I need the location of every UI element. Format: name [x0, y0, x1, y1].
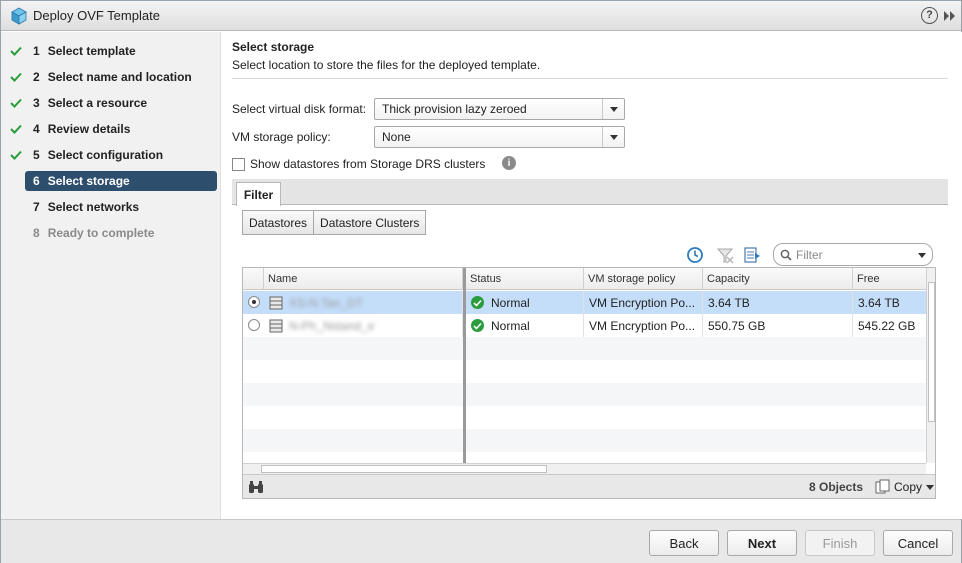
step-review-details[interactable]: 4 Review details [25, 119, 217, 139]
datastore-name: XS-N.Tan_DT [289, 295, 364, 310]
chevron-down-icon[interactable] [602, 127, 624, 147]
clear-filter-icon[interactable] [716, 246, 734, 264]
row-name-cell: N-Ph_Nstand_e [264, 314, 463, 337]
col-storage-policy[interactable]: VM storage policy [584, 268, 703, 290]
copy-icon [875, 479, 890, 494]
status-text: Normal [491, 318, 530, 333]
check-circle-icon [471, 296, 484, 309]
filter-placeholder: Filter [796, 248, 823, 262]
step-select-configuration[interactable]: 5 Select configuration [25, 145, 217, 165]
datastore-icon [269, 296, 283, 309]
binoculars-icon[interactable] [248, 480, 264, 494]
step-select-resource[interactable]: 3 Select a resource [25, 93, 217, 113]
show-drs-label[interactable]: Show datastores from Storage DRS cluster… [250, 157, 485, 171]
copy-label: Copy [894, 480, 923, 494]
scroll-thumb[interactable] [261, 465, 547, 473]
vertical-scrollbar[interactable] [926, 268, 935, 463]
finish-button: Finish [805, 530, 875, 556]
select-storage-panel: Select storage Select location to store … [222, 32, 962, 519]
col-name[interactable]: Name [264, 268, 463, 290]
disk-format-value: Thick provision lazy zeroed [382, 102, 527, 116]
ovf-template-icon [11, 7, 27, 25]
chevron-down-icon[interactable] [926, 484, 935, 490]
deploy-ovf-dialog: Deploy OVF Template ? 1 Select template 2… [0, 0, 962, 563]
disk-format-select[interactable]: Thick provision lazy zeroed [374, 98, 625, 120]
row-policy-cell: VM Encryption Po... [584, 291, 703, 314]
frozen-column-divider[interactable] [463, 268, 466, 463]
empty-row [243, 383, 926, 406]
col-select [243, 268, 264, 290]
datastore-name: N-Ph_Nstand_e [289, 318, 375, 333]
step-select-storage[interactable]: 6 Select storage [25, 171, 217, 191]
datastore-icon [269, 319, 283, 332]
disk-format-label: Select virtual disk format: [232, 102, 367, 116]
storage-policy-label: VM storage policy: [232, 130, 331, 144]
show-drs-checkbox[interactable] [232, 158, 245, 171]
step-select-networks[interactable]: 7 Select networks [25, 197, 217, 217]
row-name-cell: XS-N.Tan_DT [264, 291, 463, 314]
tab-filter[interactable]: Filter [236, 182, 281, 206]
dialog-title: Deploy OVF Template [33, 8, 160, 23]
expand-icon[interactable] [943, 9, 957, 23]
step-select-name-location[interactable]: 2 Select name and location [25, 67, 217, 87]
help-icon[interactable]: ? [921, 7, 938, 24]
row-capacity-cell: 550.75 GB [703, 314, 853, 337]
empty-row [243, 360, 926, 383]
back-button[interactable]: Back [649, 530, 719, 556]
storage-policy-select[interactable]: None [374, 126, 625, 148]
page-description: Select location to store the files for t… [232, 58, 541, 72]
check-icon [10, 72, 22, 82]
empty-row [243, 406, 926, 429]
check-icon [10, 124, 22, 134]
datastore-clusters-button[interactable]: Datastore Clusters [314, 210, 427, 235]
datastore-table: Name Status VM storage policy Capacity F… [242, 267, 936, 499]
row-status-cell: Normal [466, 314, 584, 337]
check-icon [10, 150, 22, 160]
row-capacity-cell: 3.64 TB [703, 291, 853, 314]
status-text: Normal [491, 295, 530, 310]
view-toggle: Datastores Datastore Clusters [242, 210, 427, 235]
table-footer: 8 Objects Copy [243, 474, 935, 498]
check-circle-icon [471, 319, 484, 332]
chevron-down-icon[interactable] [918, 253, 926, 258]
row-policy-cell: VM Encryption Po... [584, 314, 703, 337]
check-icon [10, 46, 22, 56]
info-icon[interactable]: i [502, 156, 516, 170]
wizard-steps: 1 Select template 2 Select name and locati… [1, 32, 221, 519]
refresh-clock-icon[interactable] [686, 246, 704, 264]
empty-row [243, 429, 926, 452]
empty-row [243, 337, 926, 360]
col-free[interactable]: Free [853, 268, 926, 290]
check-icon [10, 98, 22, 108]
chevron-down-icon[interactable] [602, 99, 624, 119]
tab-strip: Filter [232, 179, 948, 206]
next-button[interactable]: Next [727, 530, 797, 556]
copy-button[interactable]: Copy [875, 478, 935, 496]
step-select-template[interactable]: 1 Select template [25, 41, 217, 61]
row-free-cell: 3.64 TB [858, 295, 900, 310]
row-radio[interactable] [248, 319, 260, 331]
col-status[interactable]: Status [466, 268, 584, 290]
table-header: Name Status VM storage policy Capacity F… [243, 268, 926, 290]
cancel-button[interactable]: Cancel [883, 530, 953, 556]
row-radio[interactable] [248, 296, 260, 308]
dialog-footer: Back Next Finish Cancel [1, 519, 961, 563]
datastores-button[interactable]: Datastores [242, 210, 315, 235]
scroll-thumb[interactable] [928, 282, 935, 422]
table-row[interactable]: XS-N.Tan_DT Normal VM Encryption Po... 3… [243, 291, 926, 314]
export-list-icon[interactable] [743, 246, 761, 264]
row-free-cell: 545.22 GB [858, 318, 916, 333]
col-capacity[interactable]: Capacity [703, 268, 853, 290]
row-status-cell: Normal [466, 291, 584, 314]
page-title: Select storage [232, 40, 315, 54]
search-icon [780, 249, 792, 261]
storage-policy-value: None [382, 130, 411, 144]
divider [232, 78, 948, 79]
horizontal-scrollbar[interactable] [243, 463, 926, 474]
title-bar: Deploy OVF Template ? [1, 1, 961, 31]
step-ready-to-complete: 8 Ready to complete [33, 226, 155, 240]
table-row[interactable]: N-Ph_Nstand_e Normal VM Encryption Po...… [243, 314, 926, 337]
object-count: 8 Objects [809, 480, 864, 494]
filter-input[interactable]: Filter [773, 243, 933, 266]
